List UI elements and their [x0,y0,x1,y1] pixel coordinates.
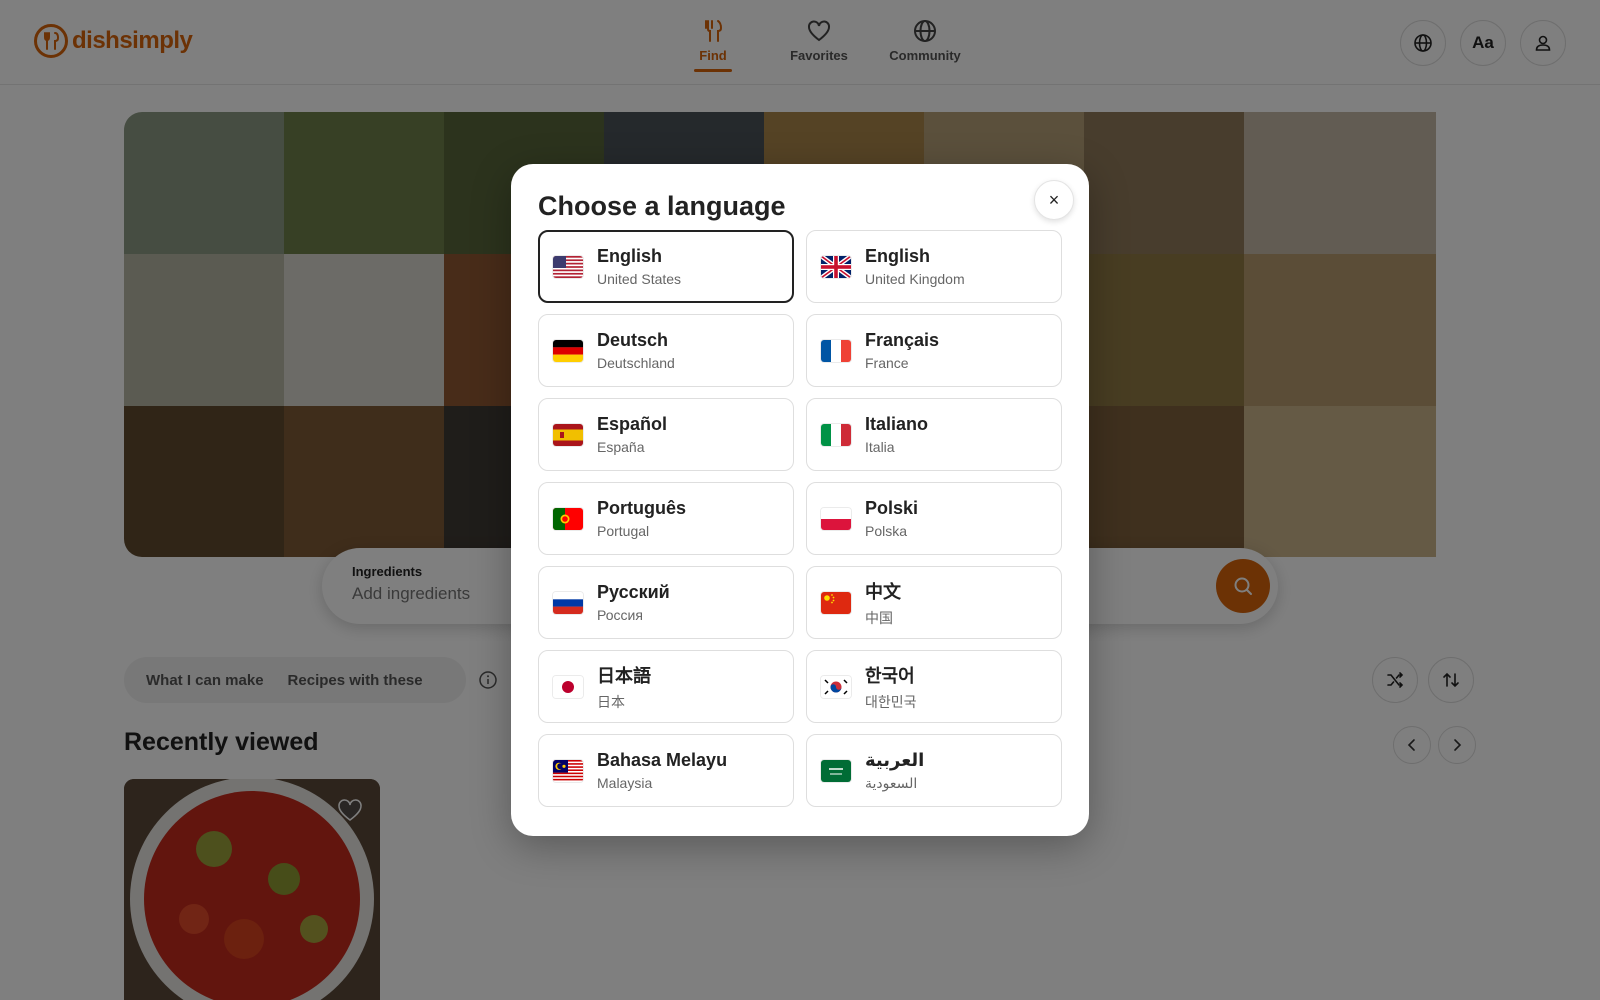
language-region: France [865,355,909,371]
language-name: Français [865,330,940,350]
language-region: Polska [865,523,908,539]
gb-flag-icon [821,255,851,278]
fr-flag-icon [821,339,851,362]
language-name: Português [597,498,687,518]
language-name: 中文 [865,581,901,602]
language-region: Portugal [597,523,650,539]
language-option-kr[interactable]: 한국어대한민국 [806,650,1062,723]
language-region: Deutschland [597,355,675,371]
language-dialog: Choose a language × English United States… [511,164,1089,836]
jp-flag-icon [553,675,583,698]
language-name: Русский [597,582,670,602]
language-name: English [597,246,663,266]
es-flag-icon [553,423,583,446]
language-text: Français France [865,330,939,371]
language-region: United Kingdom [865,271,965,287]
language-text: 中文 中国 [865,578,901,628]
language-text: العربية السعودية [865,750,924,792]
cn-flag-icon [821,591,851,614]
language-option-ru[interactable]: Русский Россия [538,566,794,639]
language-region: 日本 [597,693,625,710]
language-region: United States [597,271,682,287]
close-button[interactable]: × [1034,180,1074,220]
language-name: 日本語 [597,665,651,686]
my-flag-icon [553,759,583,782]
language-text: Português Portugal [597,498,686,539]
close-icon: × [1048,189,1060,210]
pl-flag-icon [821,507,851,530]
language-option-jp[interactable]: 日本語 日本 [538,650,794,723]
language-name: English [865,246,931,266]
language-name: 한국어 [865,665,915,686]
language-name: Español [597,414,668,434]
language-region: España [597,439,645,455]
language-text: 한국어대한민국 [865,662,917,712]
ru-flag-icon [553,591,583,614]
de-flag-icon [553,339,583,362]
language-text: English United States [597,246,681,287]
language-name: Polski [865,498,919,518]
language-region: 대한민국 [865,693,917,710]
language-region: Россия [597,607,643,623]
language-option-fr[interactable]: Français France [806,314,1062,387]
language-text: Polski Polska [865,498,918,539]
us-flag-icon [553,255,583,278]
language-option-it[interactable]: Italiano Italia [806,398,1062,471]
language-option-sa[interactable]: العربية السعودية [806,734,1062,807]
language-text: 日本語 日本 [597,662,651,712]
language-region: 中国 [865,609,893,626]
language-text: English United Kingdom [865,246,965,287]
language-option-pt[interactable]: Português Portugal [538,482,794,555]
language-option-gb[interactable]: English United Kingdom [806,230,1062,303]
language-option-de[interactable]: Deutsch Deutschland [538,314,794,387]
pt-flag-icon [553,507,583,530]
language-option-us[interactable]: English United States [538,230,794,303]
language-region: Italia [865,439,895,455]
language-text: Русский Россия [597,582,670,623]
language-option-cn[interactable]: 中文 中国 [806,566,1062,639]
language-name: Deutsch [597,330,669,350]
it-flag-icon [821,423,851,446]
language-option-my[interactable]: Bahasa Melayu Malaysia [538,734,794,807]
language-grid: English United States English United Kingdo… [538,230,1062,807]
language-name: العربية [865,749,925,770]
kr-flag-icon [821,675,851,698]
language-region: السعودية [865,774,918,791]
language-name: Bahasa Melayu [597,750,728,770]
language-text: Bahasa Melayu Malaysia [597,750,727,791]
language-text: Español España [597,414,667,455]
dialog-title: Choose a language [538,191,786,221]
language-text: Italiano Italia [865,414,928,455]
language-option-pl[interactable]: Polski Polska [806,482,1062,555]
language-name: Italiano [865,414,929,434]
sa-flag-icon [821,759,851,782]
language-region: Malaysia [597,775,653,791]
language-text: Deutsch Deutschland [597,330,675,371]
language-option-es[interactable]: Español España [538,398,794,471]
